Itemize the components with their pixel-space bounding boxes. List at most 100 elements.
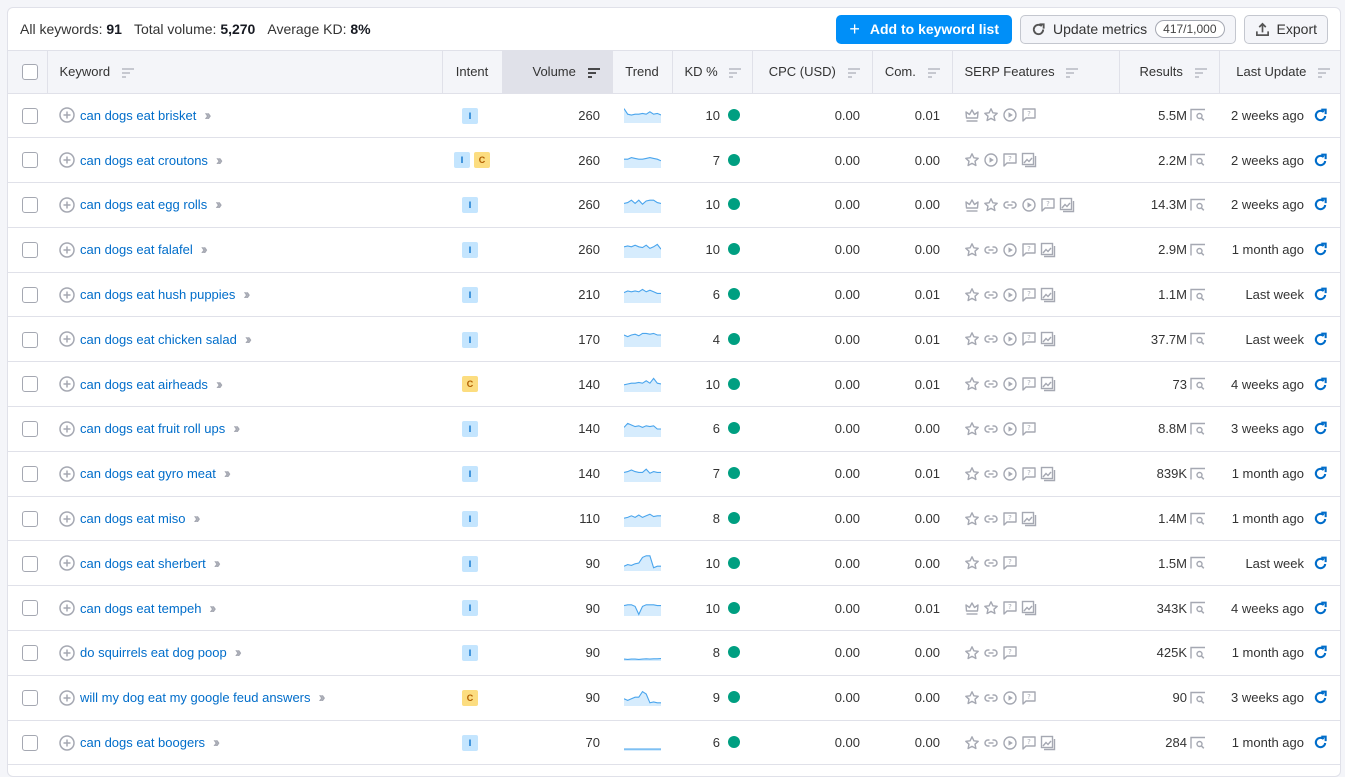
view-serp-icon[interactable] [1190, 332, 1207, 346]
refresh-row-icon[interactable] [1313, 153, 1328, 168]
refresh-row-icon[interactable] [1313, 108, 1328, 123]
reviews-star-icon[interactable] [964, 331, 980, 347]
refresh-row-icon[interactable] [1313, 466, 1328, 481]
add-keyword-icon[interactable] [59, 555, 75, 572]
keyword-details-chevron-icon[interactable]: ›› [215, 196, 222, 213]
column-header-keyword[interactable]: Keyword [47, 51, 443, 94]
image-pack-icon[interactable] [1040, 331, 1057, 347]
column-header-cpc[interactable]: CPC (USD) [752, 51, 873, 94]
column-header-com[interactable]: Com. [872, 51, 953, 94]
reviews-star-icon[interactable] [964, 466, 980, 482]
refresh-row-icon[interactable] [1313, 690, 1328, 705]
keyword-link[interactable]: can dogs eat chicken salad [80, 332, 237, 347]
keyword-details-chevron-icon[interactable]: ›› [204, 107, 211, 124]
sort-icon[interactable] [121, 68, 134, 78]
intent-badge-informational[interactable]: I [454, 152, 470, 169]
keyword-link[interactable]: can dogs eat falafel [80, 242, 193, 257]
reviews-star-icon[interactable] [983, 107, 999, 123]
add-keyword-icon[interactable] [59, 645, 75, 661]
row-checkbox[interactable] [22, 286, 38, 303]
refresh-row-icon[interactable] [1313, 197, 1328, 212]
intent-badge-informational[interactable]: I [462, 510, 478, 527]
add-to-keyword-list-button[interactable]: + Add to keyword list [836, 14, 1012, 44]
video-icon[interactable] [1021, 197, 1037, 213]
row-checkbox[interactable] [22, 690, 38, 707]
video-icon[interactable] [1002, 107, 1018, 123]
row-checkbox[interactable] [22, 734, 38, 751]
row-checkbox[interactable] [22, 466, 38, 483]
image-pack-icon[interactable] [1021, 511, 1038, 527]
keyword-link[interactable]: can dogs eat croutons [80, 153, 208, 168]
refresh-row-icon[interactable] [1313, 511, 1328, 526]
reviews-star-icon[interactable] [964, 287, 980, 303]
keyword-link[interactable]: can dogs eat tempeh [80, 601, 201, 616]
image-pack-icon[interactable] [1021, 600, 1038, 616]
people-also-ask-icon[interactable]: ? [1021, 421, 1037, 437]
sort-icon[interactable] [847, 68, 860, 78]
sitelinks-icon[interactable] [983, 735, 999, 751]
people-also-ask-icon[interactable]: ? [1021, 107, 1037, 123]
view-serp-icon[interactable] [1190, 198, 1207, 212]
sitelinks-icon[interactable] [983, 242, 999, 258]
intent-badge-commercial[interactable]: C [462, 376, 478, 393]
keyword-link[interactable]: can dogs eat boogers [80, 735, 205, 750]
sort-icon[interactable] [1318, 68, 1330, 78]
row-checkbox[interactable] [22, 107, 38, 124]
sitelinks-icon[interactable] [983, 555, 999, 571]
row-checkbox[interactable] [22, 510, 38, 527]
people-also-ask-icon[interactable]: ? [1002, 600, 1018, 616]
add-keyword-icon[interactable] [59, 466, 75, 482]
people-also-ask-icon[interactable]: ? [1021, 242, 1037, 258]
people-also-ask-icon[interactable]: ? [1021, 466, 1037, 482]
refresh-row-icon[interactable] [1313, 421, 1328, 436]
intent-badge-commercial[interactable]: C [474, 152, 490, 169]
row-checkbox[interactable] [22, 242, 38, 259]
intent-badge-informational[interactable]: I [462, 555, 478, 572]
view-serp-icon[interactable] [1190, 467, 1207, 481]
top-stories-icon[interactable] [964, 107, 980, 123]
top-stories-icon[interactable] [964, 197, 980, 213]
keyword-details-chevron-icon[interactable]: ›› [224, 465, 231, 482]
people-also-ask-icon[interactable]: ? [1021, 331, 1037, 347]
sort-descending-icon[interactable] [587, 67, 600, 78]
add-keyword-icon[interactable] [59, 286, 75, 303]
people-also-ask-icon[interactable]: ? [1002, 645, 1018, 661]
video-icon[interactable] [1002, 421, 1018, 437]
people-also-ask-icon[interactable]: ? [1002, 152, 1018, 168]
row-checkbox[interactable] [22, 645, 38, 662]
sitelinks-icon[interactable] [983, 511, 999, 527]
view-serp-icon[interactable] [1190, 646, 1207, 660]
sort-icon[interactable] [729, 68, 742, 78]
people-also-ask-icon[interactable]: ? [1002, 555, 1018, 571]
keyword-link[interactable]: will my dog eat my google feud answers [80, 690, 311, 705]
video-icon[interactable] [983, 152, 999, 168]
intent-badge-informational[interactable]: I [462, 107, 478, 124]
keyword-link[interactable]: can dogs eat fruit roll ups [80, 421, 225, 436]
reviews-star-icon[interactable] [964, 376, 980, 392]
video-icon[interactable] [1002, 242, 1018, 258]
column-header-volume[interactable]: Volume [502, 51, 613, 94]
intent-badge-informational[interactable]: I [462, 242, 478, 259]
keyword-details-chevron-icon[interactable]: ›› [216, 376, 223, 393]
view-serp-icon[interactable] [1190, 243, 1207, 257]
column-header-kd[interactable]: KD % [672, 51, 753, 94]
video-icon[interactable] [1002, 331, 1018, 347]
image-pack-icon[interactable] [1040, 242, 1057, 258]
reviews-star-icon[interactable] [964, 421, 980, 437]
view-serp-icon[interactable] [1190, 108, 1207, 122]
refresh-row-icon[interactable] [1313, 735, 1328, 750]
sitelinks-icon[interactable] [983, 331, 999, 347]
keyword-details-chevron-icon[interactable]: ›› [214, 555, 221, 572]
view-serp-icon[interactable] [1190, 556, 1207, 570]
keyword-details-chevron-icon[interactable]: ›› [213, 734, 220, 751]
sitelinks-icon[interactable] [983, 376, 999, 392]
select-all-checkbox[interactable] [21, 64, 38, 81]
intent-badge-commercial[interactable]: C [462, 690, 478, 707]
keyword-details-chevron-icon[interactable]: ›› [233, 420, 240, 437]
people-also-ask-icon[interactable]: ? [1040, 197, 1056, 213]
row-checkbox[interactable] [22, 152, 38, 169]
keyword-details-chevron-icon[interactable]: ›› [319, 689, 326, 706]
reviews-star-icon[interactable] [964, 690, 980, 706]
refresh-row-icon[interactable] [1313, 601, 1328, 616]
keyword-link[interactable]: can dogs eat brisket [80, 108, 196, 123]
